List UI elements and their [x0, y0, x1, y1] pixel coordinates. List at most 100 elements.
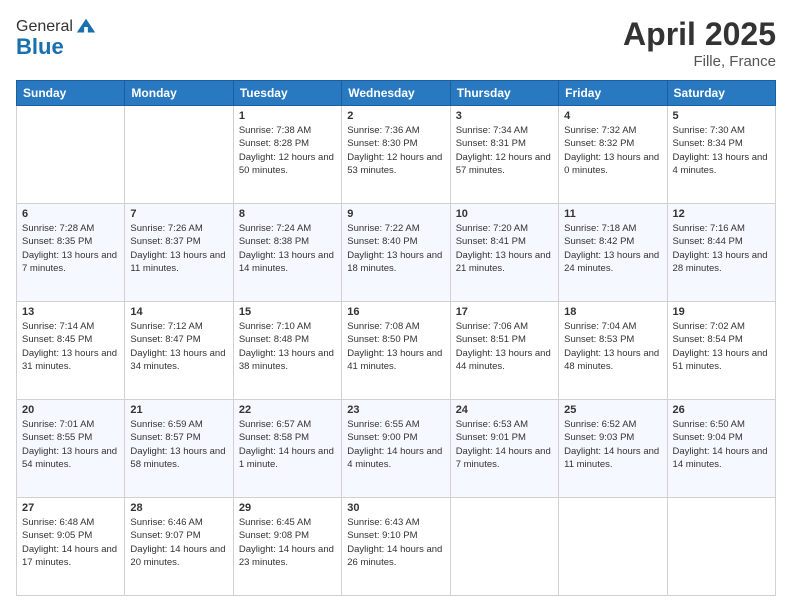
cell-info: Sunrise: 7:26 AMSunset: 8:37 PMDaylight:…	[130, 222, 227, 275]
calendar-cell: 3 Sunrise: 7:34 AMSunset: 8:31 PMDaylight…	[450, 106, 558, 204]
cell-day-number: 20	[22, 404, 119, 416]
col-sunday: Sunday	[17, 81, 125, 106]
cell-info: Sunrise: 6:43 AMSunset: 9:10 PMDaylight:…	[347, 516, 444, 569]
calendar-location: Fille, France	[623, 53, 776, 70]
cell-day-number: 24	[456, 404, 553, 416]
calendar-cell: 23Sunrise: 6:55 AMSunset: 9:00 PMDayligh…	[342, 400, 450, 498]
cell-day-number: 8	[239, 208, 336, 220]
cell-info: Sunrise: 7:20 AMSunset: 8:41 PMDaylight:…	[456, 222, 553, 275]
cell-day-number: 28	[130, 502, 227, 514]
cell-info: Sunrise: 6:48 AMSunset: 9:05 PMDaylight:…	[22, 516, 119, 569]
cell-day-number: 7	[130, 208, 227, 220]
cell-day-number: 16	[347, 306, 444, 318]
cell-info: Sunrise: 6:46 AMSunset: 9:07 PMDaylight:…	[130, 516, 227, 569]
calendar-cell: 26 Sunrise: 6:50 AMSunset: 9:04 PMDayligh…	[667, 400, 775, 498]
calendar-cell: 17 Sunrise: 7:06 AMSunset: 8:51 PMDayligh…	[450, 302, 558, 400]
cell-info: Sunrise: 6:45 AMSunset: 9:08 PMDaylight:…	[239, 516, 336, 569]
calendar-cell	[17, 106, 125, 204]
calendar-cell: 7 Sunrise: 7:26 AMSunset: 8:37 PMDaylight…	[125, 204, 233, 302]
cell-day-number: 10	[456, 208, 553, 220]
cell-info: Sunrise: 6:52 AMSunset: 9:03 PMDaylight:…	[564, 418, 661, 471]
calendar-cell: 12 Sunrise: 7:16 AMSunset: 8:44 PMDayligh…	[667, 204, 775, 302]
calendar-table: Sunday Monday Tuesday Wednesday Thursday…	[16, 80, 776, 596]
cell-day-number: 4	[564, 110, 661, 122]
cell-day-number: 3	[456, 110, 553, 122]
cell-info: Sunrise: 7:24 AMSunset: 8:38 PMDaylight:…	[239, 222, 336, 275]
col-thursday: Thursday	[450, 81, 558, 106]
col-wednesday: Wednesday	[342, 81, 450, 106]
cell-day-number: 29	[239, 502, 336, 514]
cell-info: Sunrise: 6:50 AMSunset: 9:04 PMDaylight:…	[673, 418, 770, 471]
cell-day-number: 5	[673, 110, 770, 122]
calendar-header-row: Sunday Monday Tuesday Wednesday Thursday…	[17, 81, 776, 106]
calendar-cell: 8 Sunrise: 7:24 AMSunset: 8:38 PMDaylight…	[233, 204, 341, 302]
calendar-week-4: 20Sunrise: 7:01 AMSunset: 8:55 PMDayligh…	[17, 400, 776, 498]
calendar-cell: 4 Sunrise: 7:32 AMSunset: 8:32 PMDaylight…	[559, 106, 667, 204]
cell-day-number: 27	[22, 502, 119, 514]
cell-day-number: 21	[130, 404, 227, 416]
calendar-cell: 28 Sunrise: 6:46 AMSunset: 9:07 PMDayligh…	[125, 498, 233, 596]
cell-info: Sunrise: 7:16 AMSunset: 8:44 PMDaylight:…	[673, 222, 770, 275]
cell-info: Sunrise: 7:14 AMSunset: 8:45 PMDaylight:…	[22, 320, 119, 373]
cell-day-number: 17	[456, 306, 553, 318]
calendar-cell: 15Sunrise: 7:10 AMSunset: 8:48 PMDayligh…	[233, 302, 341, 400]
cell-day-number: 26	[673, 404, 770, 416]
calendar-cell: 29 Sunrise: 6:45 AMSunset: 9:08 PMDayligh…	[233, 498, 341, 596]
cell-info: Sunrise: 7:04 AMSunset: 8:53 PMDaylight:…	[564, 320, 661, 373]
calendar-cell: 13Sunrise: 7:14 AMSunset: 8:45 PMDayligh…	[17, 302, 125, 400]
calendar-week-2: 6Sunrise: 7:28 AMSunset: 8:35 PMDaylight…	[17, 204, 776, 302]
cell-day-number: 1	[239, 110, 336, 122]
col-tuesday: Tuesday	[233, 81, 341, 106]
cell-info: Sunrise: 6:57 AMSunset: 8:58 PMDaylight:…	[239, 418, 336, 471]
cell-info: Sunrise: 7:36 AMSunset: 8:30 PMDaylight:…	[347, 124, 444, 177]
page: General Blue April 2025 Fille, France Su…	[0, 0, 792, 612]
cell-info: Sunrise: 7:06 AMSunset: 8:51 PMDaylight:…	[456, 320, 553, 373]
header: General Blue April 2025 Fille, France	[16, 16, 776, 70]
calendar-cell: 10 Sunrise: 7:20 AMSunset: 8:41 PMDayligh…	[450, 204, 558, 302]
cell-day-number: 14	[130, 306, 227, 318]
title-block: April 2025 Fille, France	[623, 16, 776, 70]
cell-day-number: 30	[347, 502, 444, 514]
calendar-cell	[559, 498, 667, 596]
calendar-cell: 14 Sunrise: 7:12 AMSunset: 8:47 PMDayligh…	[125, 302, 233, 400]
col-saturday: Saturday	[667, 81, 775, 106]
calendar-cell: 30 Sunrise: 6:43 AMSunset: 9:10 PMDayligh…	[342, 498, 450, 596]
cell-info: Sunrise: 7:32 AMSunset: 8:32 PMDaylight:…	[564, 124, 661, 177]
calendar-cell: 6Sunrise: 7:28 AMSunset: 8:35 PMDaylight…	[17, 204, 125, 302]
calendar-cell: 2 Sunrise: 7:36 AMSunset: 8:30 PMDaylight…	[342, 106, 450, 204]
cell-info: Sunrise: 7:12 AMSunset: 8:47 PMDaylight:…	[130, 320, 227, 373]
calendar-title: April 2025	[623, 16, 776, 53]
cell-day-number: 25	[564, 404, 661, 416]
cell-info: Sunrise: 7:22 AMSunset: 8:40 PMDaylight:…	[347, 222, 444, 275]
cell-info: Sunrise: 6:53 AMSunset: 9:01 PMDaylight:…	[456, 418, 553, 471]
cell-info: Sunrise: 7:08 AMSunset: 8:50 PMDaylight:…	[347, 320, 444, 373]
calendar-cell	[667, 498, 775, 596]
logo: General Blue	[16, 16, 97, 60]
logo-icon	[75, 16, 97, 38]
cell-info: Sunrise: 7:02 AMSunset: 8:54 PMDaylight:…	[673, 320, 770, 373]
calendar-week-3: 13Sunrise: 7:14 AMSunset: 8:45 PMDayligh…	[17, 302, 776, 400]
cell-day-number: 6	[22, 208, 119, 220]
cell-info: Sunrise: 7:34 AMSunset: 8:31 PMDaylight:…	[456, 124, 553, 177]
calendar-cell: 11 Sunrise: 7:18 AMSunset: 8:42 PMDayligh…	[559, 204, 667, 302]
calendar-cell	[450, 498, 558, 596]
cell-day-number: 19	[673, 306, 770, 318]
calendar-week-5: 27 Sunrise: 6:48 AMSunset: 9:05 PMDayligh…	[17, 498, 776, 596]
calendar-cell: 19 Sunrise: 7:02 AMSunset: 8:54 PMDayligh…	[667, 302, 775, 400]
cell-info: Sunrise: 6:59 AMSunset: 8:57 PMDaylight:…	[130, 418, 227, 471]
calendar-cell: 9Sunrise: 7:22 AMSunset: 8:40 PMDaylight…	[342, 204, 450, 302]
calendar-cell: 27 Sunrise: 6:48 AMSunset: 9:05 PMDayligh…	[17, 498, 125, 596]
calendar-week-1: 1 Sunrise: 7:38 AMSunset: 8:28 PMDaylight…	[17, 106, 776, 204]
cell-day-number: 22	[239, 404, 336, 416]
cell-info: Sunrise: 7:18 AMSunset: 8:42 PMDaylight:…	[564, 222, 661, 275]
cell-info: Sunrise: 7:38 AMSunset: 8:28 PMDaylight:…	[239, 124, 336, 177]
calendar-cell: 18Sunrise: 7:04 AMSunset: 8:53 PMDayligh…	[559, 302, 667, 400]
cell-day-number: 11	[564, 208, 661, 220]
calendar-cell: 25 Sunrise: 6:52 AMSunset: 9:03 PMDayligh…	[559, 400, 667, 498]
calendar-cell	[125, 106, 233, 204]
cell-info: Sunrise: 6:55 AMSunset: 9:00 PMDaylight:…	[347, 418, 444, 471]
cell-info: Sunrise: 7:10 AMSunset: 8:48 PMDaylight:…	[239, 320, 336, 373]
cell-day-number: 12	[673, 208, 770, 220]
calendar-cell: 1 Sunrise: 7:38 AMSunset: 8:28 PMDaylight…	[233, 106, 341, 204]
cell-day-number: 2	[347, 110, 444, 122]
